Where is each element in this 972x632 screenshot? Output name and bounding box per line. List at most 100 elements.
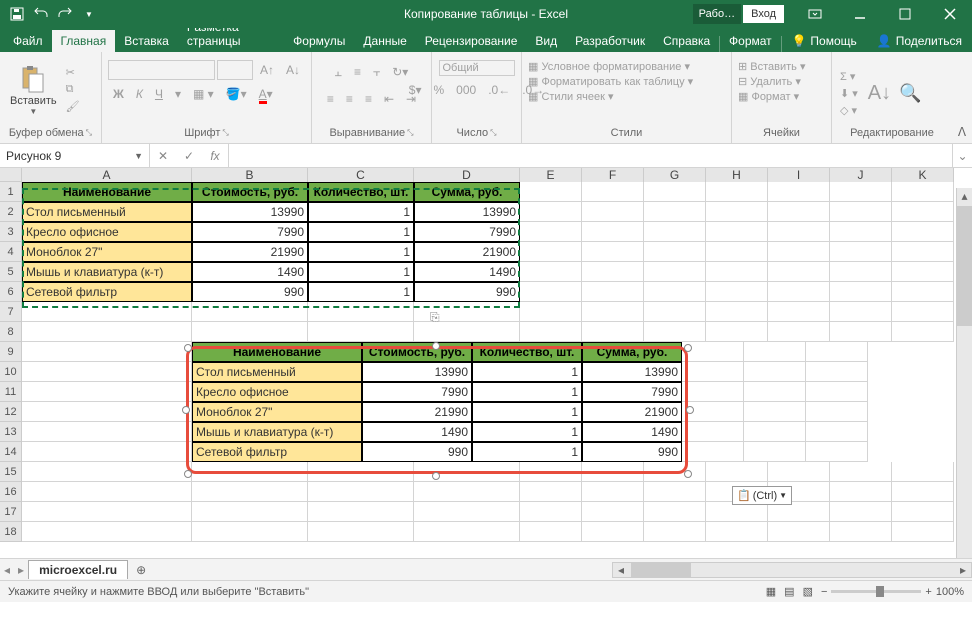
cell[interactable]: 21990 [192, 242, 308, 262]
cell[interactable] [644, 502, 706, 522]
cell[interactable] [22, 422, 192, 442]
row-header[interactable]: 18 [0, 522, 22, 542]
cell[interactable] [644, 522, 706, 542]
cell[interactable] [308, 502, 414, 522]
col-header[interactable]: D [414, 168, 520, 182]
enter-formula-icon[interactable]: ✓ [176, 149, 202, 163]
cell[interactable] [830, 462, 892, 482]
cell[interactable]: 1 [308, 242, 414, 262]
cell[interactable]: 1 [472, 422, 582, 442]
border-icon[interactable]: ▦ ▾ [188, 84, 219, 104]
find-select-icon[interactable]: 🔍 [899, 83, 921, 104]
tell-me[interactable]: 💡 Помощь [781, 30, 866, 52]
insert-function-icon[interactable]: fx [202, 149, 228, 163]
cell[interactable] [892, 322, 954, 342]
cell[interactable]: 7990 [362, 382, 472, 402]
tab-view[interactable]: Вид [526, 30, 566, 52]
cell[interactable]: 990 [414, 282, 520, 302]
cell[interactable] [192, 502, 308, 522]
cell[interactable] [682, 442, 744, 462]
cells-format-button[interactable]: ▦ Формат ▾ [738, 90, 799, 103]
cell[interactable] [520, 502, 582, 522]
tab-developer[interactable]: Разработчик [566, 30, 654, 52]
cell[interactable] [520, 222, 582, 242]
mode-badge[interactable]: Рабо… [693, 4, 742, 24]
cell[interactable]: Стоимость, руб. [362, 342, 472, 362]
cell[interactable] [582, 202, 644, 222]
cell[interactable]: 13990 [362, 362, 472, 382]
cell[interactable] [414, 322, 520, 342]
cell[interactable] [892, 182, 954, 202]
tab-insert[interactable]: Вставка [115, 30, 178, 52]
cell[interactable] [806, 362, 868, 382]
cell[interactable] [582, 182, 644, 202]
cell[interactable] [22, 482, 192, 502]
cell[interactable]: 21900 [414, 242, 520, 262]
align-center-icon[interactable]: ≡ [341, 89, 358, 109]
undo-icon[interactable] [32, 5, 50, 23]
cell[interactable] [830, 502, 892, 522]
cell[interactable] [644, 322, 706, 342]
cell[interactable]: 1490 [192, 262, 308, 282]
cell[interactable]: Кресло офисное [22, 222, 192, 242]
tab-file[interactable]: Файл [4, 30, 52, 52]
comma-icon[interactable]: 000 [451, 80, 481, 100]
cell[interactable] [520, 182, 582, 202]
smart-tag-icon[interactable]: ⎘ [430, 310, 440, 325]
col-header[interactable]: A [22, 168, 192, 182]
cell[interactable]: 990 [192, 282, 308, 302]
cell[interactable] [768, 242, 830, 262]
cell[interactable] [744, 382, 806, 402]
cell[interactable] [22, 522, 192, 542]
cell[interactable] [706, 522, 768, 542]
bold-button[interactable]: Ж [108, 84, 129, 104]
hscroll-thumb[interactable] [631, 563, 691, 577]
cell[interactable] [582, 522, 644, 542]
cells-insert-button[interactable]: ⊞ Вставить ▾ [738, 60, 806, 73]
cell[interactable]: 13990 [192, 202, 308, 222]
cell[interactable] [582, 462, 644, 482]
tab-formulas[interactable]: Формулы [284, 30, 354, 52]
cell[interactable] [892, 502, 954, 522]
cell[interactable] [308, 322, 414, 342]
cell[interactable] [830, 482, 892, 502]
cell[interactable]: 1490 [582, 422, 682, 442]
cell[interactable] [892, 242, 954, 262]
col-header[interactable]: B [192, 168, 308, 182]
cell[interactable]: 21900 [582, 402, 682, 422]
cell[interactable] [830, 182, 892, 202]
cell[interactable] [644, 302, 706, 322]
cell[interactable]: Мышь и клавиатура (к-т) [192, 422, 362, 442]
view-layout-icon[interactable]: ▤ [784, 585, 794, 598]
cell[interactable] [582, 482, 644, 502]
cell[interactable] [892, 462, 954, 482]
cut-icon[interactable]: ✂ [64, 65, 82, 80]
redo-icon[interactable] [56, 5, 74, 23]
cell[interactable] [582, 282, 644, 302]
sheet-nav-first-icon[interactable]: ◂ [0, 563, 14, 577]
row-header[interactable]: 1 [0, 182, 22, 202]
cell[interactable] [892, 522, 954, 542]
number-dialog-icon[interactable]: ⤡ [490, 128, 496, 138]
cell[interactable]: Мышь и клавиатура (к-т) [22, 262, 192, 282]
cell[interactable] [706, 182, 768, 202]
login-button[interactable]: Вход [743, 5, 784, 23]
cell[interactable] [192, 482, 308, 502]
cell[interactable] [22, 502, 192, 522]
scroll-right-icon[interactable]: ▸ [955, 563, 971, 577]
cell[interactable] [644, 262, 706, 282]
zoom-level[interactable]: 100% [936, 586, 964, 598]
cell[interactable] [414, 462, 520, 482]
cell[interactable] [830, 522, 892, 542]
cell[interactable] [892, 482, 954, 502]
cell[interactable] [768, 262, 830, 282]
row-header[interactable]: 12 [0, 402, 22, 422]
cell[interactable] [192, 322, 308, 342]
worksheet-grid[interactable]: A B C D E F G H I J K 1НаименованиеСтоим… [0, 168, 972, 558]
cell[interactable]: Сетевой фильтр [22, 282, 192, 302]
cell[interactable]: Количество, шт. [308, 182, 414, 202]
align-bottom-icon[interactable]: ⫟ [368, 62, 385, 83]
align-top-icon[interactable]: ⫠ [330, 62, 347, 83]
cell[interactable]: Наименование [192, 342, 362, 362]
cell[interactable] [520, 322, 582, 342]
